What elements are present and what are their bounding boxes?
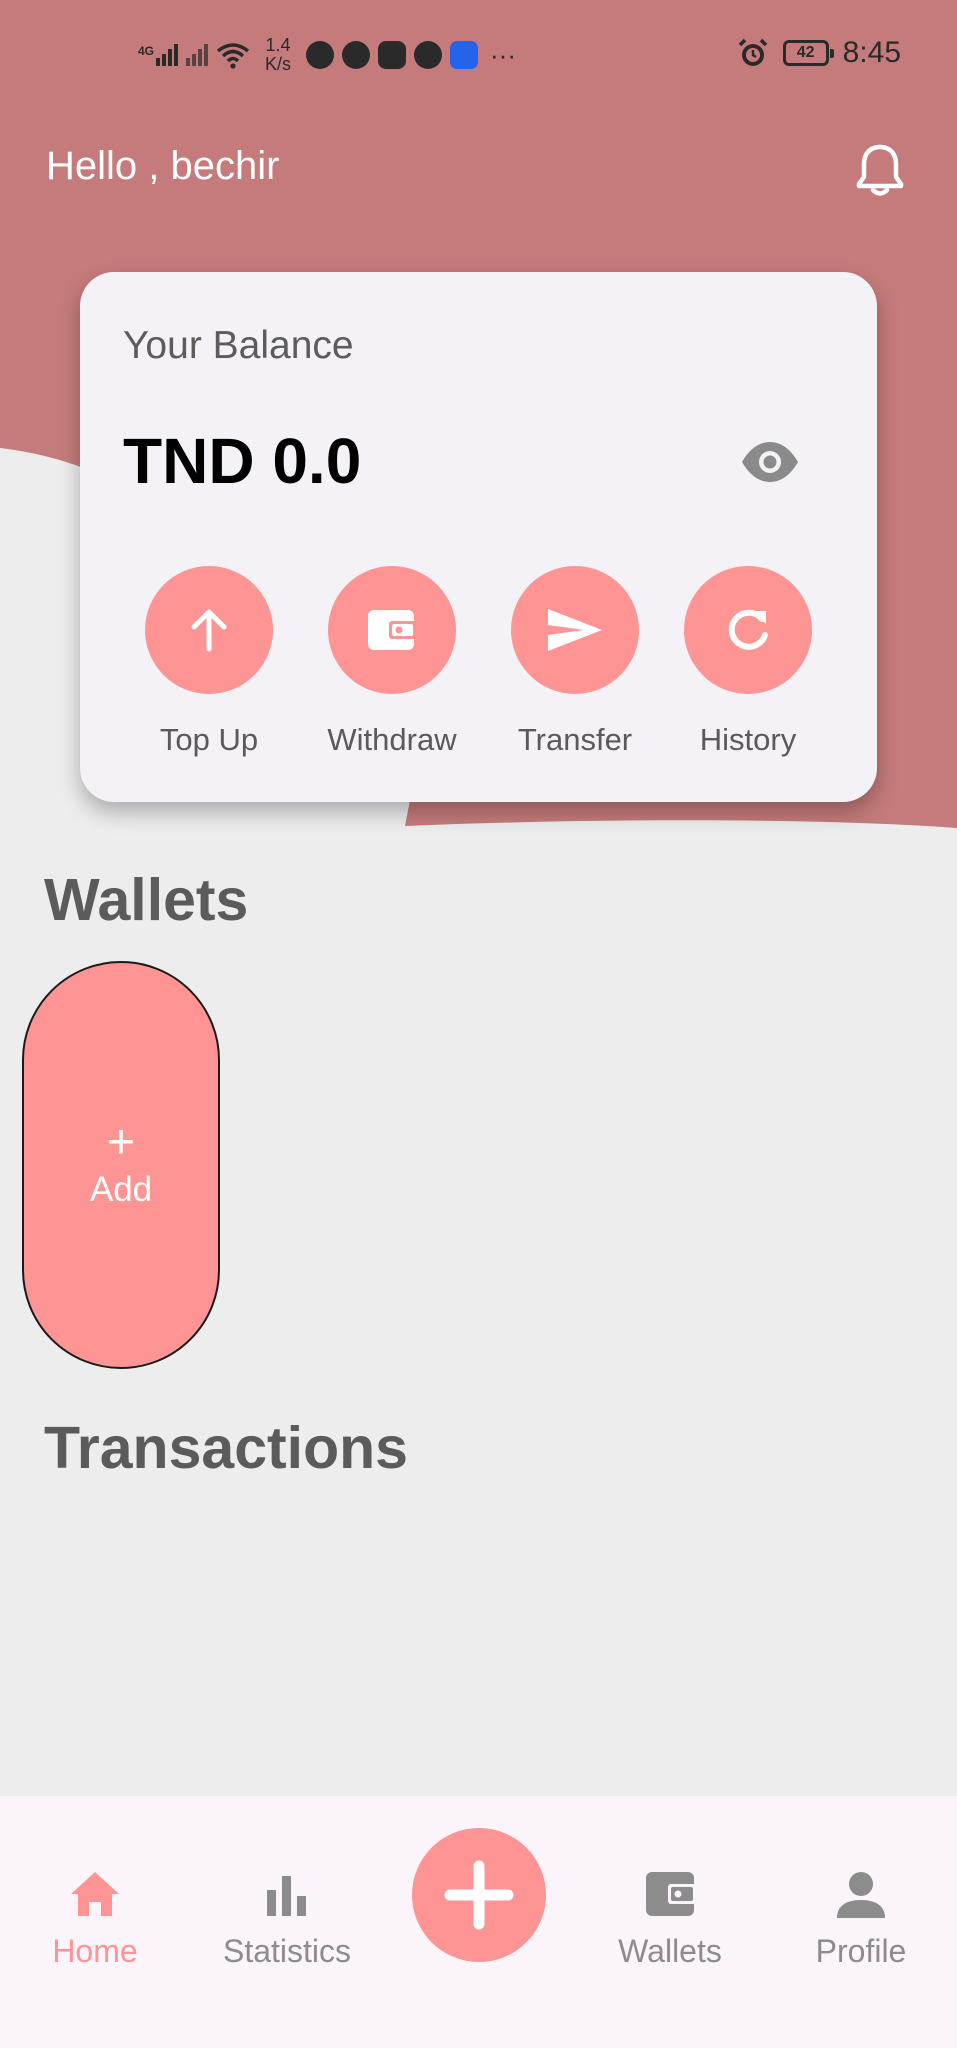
battery-icon: 42 bbox=[782, 40, 834, 66]
eye-icon[interactable] bbox=[740, 438, 800, 486]
clock: 8:45 bbox=[842, 36, 901, 69]
transfer-button[interactable]: Transfer bbox=[485, 566, 665, 776]
plus-icon bbox=[444, 1860, 514, 1930]
history-label: History bbox=[699, 722, 797, 757]
network-type: 4G bbox=[138, 44, 155, 58]
top-up-circle[interactable] bbox=[145, 566, 273, 694]
signal-icon: 4G bbox=[138, 44, 179, 66]
balance-amount: TND 0.0 bbox=[123, 425, 362, 497]
bell-icon[interactable] bbox=[854, 142, 906, 198]
messenger-icon bbox=[414, 41, 443, 69]
top-up-button[interactable]: Top Up bbox=[119, 566, 299, 776]
arrow-up-icon bbox=[191, 609, 227, 652]
withdraw-label: Withdraw bbox=[327, 722, 457, 757]
messenger-icon bbox=[306, 41, 335, 69]
add-button[interactable] bbox=[412, 1828, 546, 1962]
top-up-label: Top Up bbox=[159, 722, 259, 757]
nav-wallets[interactable]: Wallets bbox=[585, 1866, 755, 1970]
nav-profile-label: Profile bbox=[815, 1933, 907, 1969]
more-icon: ··· bbox=[490, 40, 516, 70]
balance-label: Your Balance bbox=[123, 324, 354, 367]
history-button[interactable]: History bbox=[658, 566, 838, 776]
transfer-label: Transfer bbox=[517, 722, 633, 757]
home-icon bbox=[71, 1872, 119, 1916]
bar-chart-icon bbox=[267, 1876, 306, 1916]
wallets-title: Wallets bbox=[44, 867, 249, 933]
instagram-icon bbox=[378, 41, 407, 69]
speed-value: 1.4 bbox=[265, 35, 291, 55]
withdraw-circle[interactable] bbox=[328, 566, 456, 694]
nav-profile[interactable]: Profile bbox=[776, 1866, 946, 1970]
withdraw-button[interactable]: Withdraw bbox=[302, 566, 482, 776]
messenger-icon bbox=[342, 41, 371, 69]
balance-card: Your Balance TND 0.0 Top Up Withdraw Tra… bbox=[80, 272, 877, 802]
bottom-nav: Home Statistics Wallets Profile bbox=[0, 1796, 957, 2048]
status-left: 4G 1.4 K/s ··· bbox=[138, 30, 516, 80]
wifi-icon bbox=[216, 43, 250, 69]
add-wallet-label: Add bbox=[89, 1170, 153, 1209]
wallet-icon bbox=[646, 1872, 696, 1916]
network-speed: 1.4 K/s bbox=[258, 36, 298, 74]
add-wallet-button[interactable]: + Add bbox=[22, 961, 220, 1369]
nav-home-label: Home bbox=[52, 1933, 138, 1969]
status-right: 42 8:45 bbox=[737, 36, 901, 70]
alarm-icon bbox=[738, 38, 767, 66]
bulb-icon bbox=[450, 41, 479, 69]
nav-wallets-label: Wallets bbox=[618, 1933, 722, 1969]
transfer-circle[interactable] bbox=[511, 566, 639, 694]
send-icon bbox=[548, 609, 602, 651]
nav-statistics-label: Statistics bbox=[222, 1933, 352, 1969]
refresh-icon bbox=[728, 609, 768, 650]
greeting: Hello , bechir bbox=[46, 144, 280, 188]
plus-icon: + bbox=[106, 1116, 136, 1169]
wallet-icon bbox=[368, 610, 416, 650]
signal-icon-2 bbox=[186, 44, 209, 66]
history-circle[interactable] bbox=[684, 566, 812, 694]
status-bar: 4G 1.4 K/s ··· 42 8:45 bbox=[0, 0, 957, 110]
nav-statistics[interactable]: Statistics bbox=[202, 1866, 372, 1970]
transactions-title: Transactions bbox=[44, 1415, 408, 1481]
speed-unit: K/s bbox=[265, 54, 292, 74]
person-icon bbox=[837, 1872, 885, 1918]
nav-home[interactable]: Home bbox=[10, 1866, 180, 1970]
